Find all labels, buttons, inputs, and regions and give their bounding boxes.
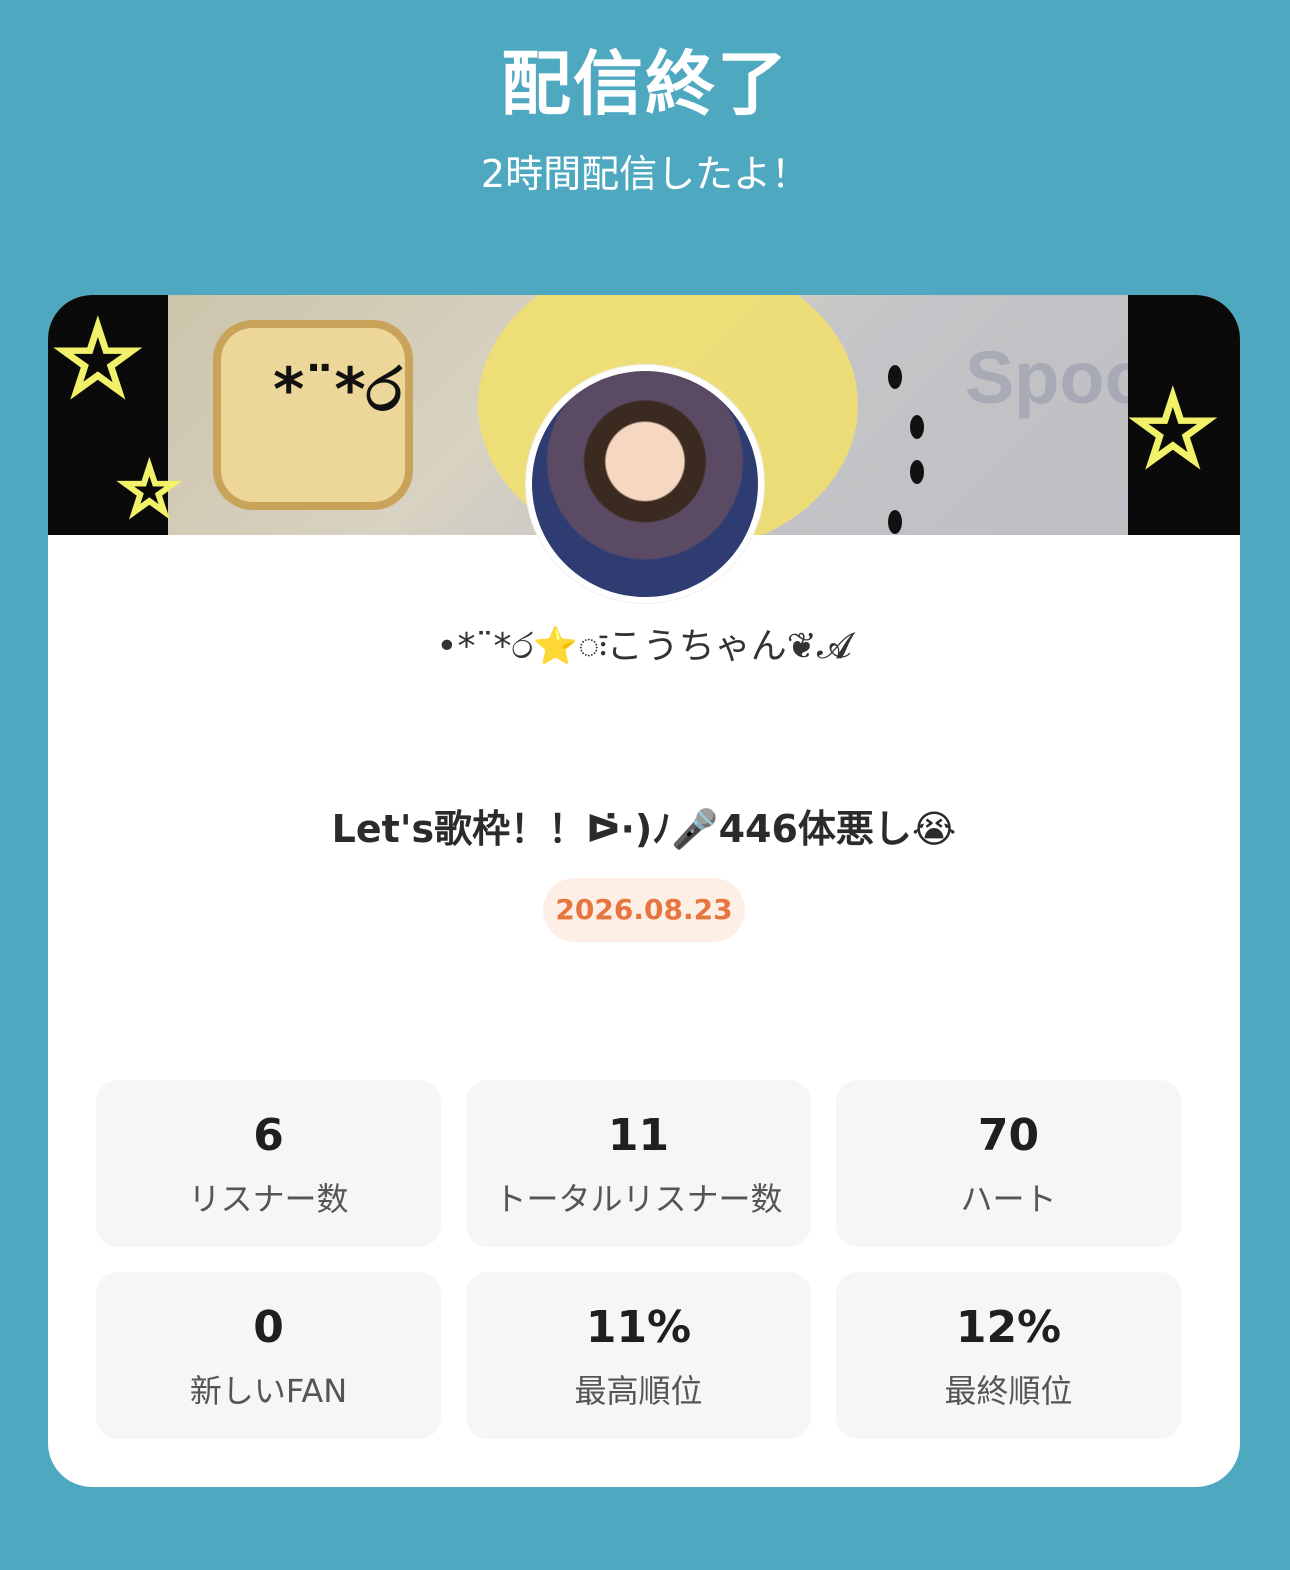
date-badge: 2026.08.23: [543, 878, 745, 942]
username: •*¨*ර⭐️ःこうちゃん❦𝓐: [436, 626, 852, 667]
star-icon: ☆: [51, 301, 145, 418]
dot: [888, 510, 902, 534]
stat-value: 70: [977, 1110, 1040, 1161]
stat-label: ハート: [960, 1180, 1057, 1218]
stat-label: トータルリスナー数: [494, 1180, 783, 1218]
stat-final-rank: 12% 最終順位: [836, 1272, 1181, 1439]
star-icon: ☆: [116, 449, 183, 531]
page-subtitle: 2時間配信したよ！: [480, 152, 810, 196]
page-title: 配信終了: [501, 43, 789, 125]
broadcast-summary-card: ☆ ☆ *¨*ර Spoon ☆ •*¨*ර⭐️ःこうちゃん❦𝓐 Let's歌枠…: [48, 295, 1240, 1487]
stat-new-fans: 0 新しいFAN: [96, 1272, 441, 1439]
stats-grid: 6 リスナー数 11 トータルリスナー数 70 ハート 0 新しいFAN 11%…: [96, 1080, 1181, 1439]
stat-listeners: 6 リスナー数: [96, 1080, 441, 1247]
stat-hearts: 70 ハート: [836, 1080, 1181, 1247]
stat-value: 12%: [955, 1302, 1062, 1353]
live-title: Let's歌枠！！ᐅ̇·)ﾉ🎤446体悪し😭: [331, 807, 957, 851]
dot: [910, 415, 924, 439]
dot: [888, 365, 902, 389]
banner-stars-right: ☆: [1126, 295, 1240, 535]
star-icon: ☆: [1126, 371, 1220, 488]
stat-label: 最高順位: [574, 1372, 703, 1410]
stat-total-listeners: 11 トータルリスナー数: [466, 1080, 811, 1247]
stat-label: リスナー数: [188, 1180, 349, 1218]
avatar[interactable]: [526, 365, 764, 603]
stat-label: 新しいFAN: [189, 1372, 348, 1410]
stat-label: 最終順位: [944, 1372, 1073, 1410]
stat-value: 6: [253, 1110, 284, 1161]
face-text: *¨*ර: [273, 355, 402, 425]
stat-best-rank: 11% 最高順位: [466, 1272, 811, 1439]
stat-value: 11: [607, 1110, 670, 1161]
dot: [910, 460, 924, 484]
banner-stars-left: ☆ ☆: [48, 295, 183, 535]
stat-value: 0: [253, 1302, 284, 1353]
stat-value: 11%: [585, 1302, 692, 1353]
